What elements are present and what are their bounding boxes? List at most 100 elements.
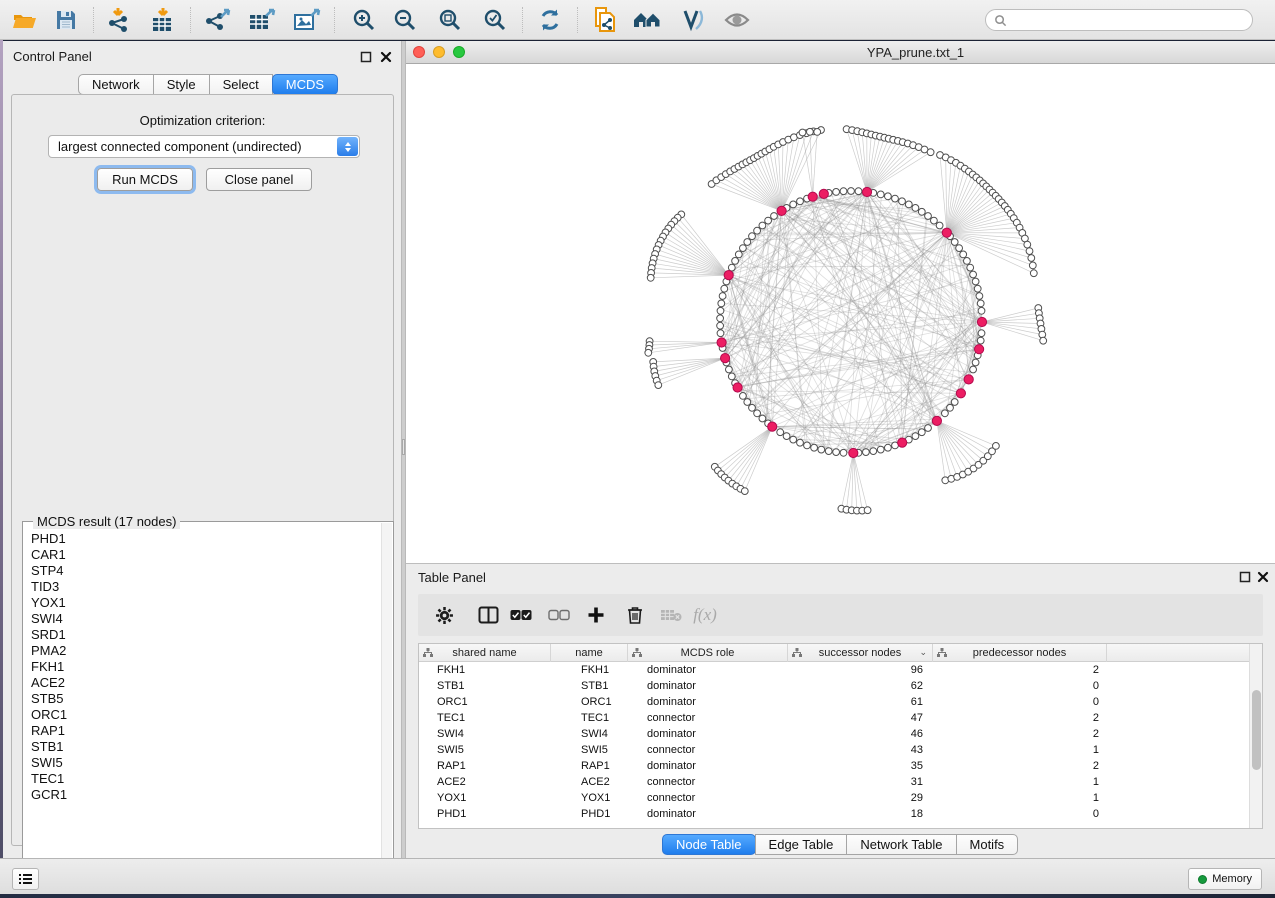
network-node[interactable] (840, 188, 847, 195)
close-panel-icon[interactable] (1257, 571, 1269, 583)
mcds-hub-node[interactable] (975, 345, 984, 354)
network-node[interactable] (870, 448, 877, 455)
network-node[interactable] (726, 366, 733, 373)
mcds-result-item[interactable]: TEC1 (31, 771, 379, 787)
clone-network-button[interactable] (588, 4, 622, 36)
network-node[interactable] (892, 195, 899, 202)
open-file-button[interactable] (8, 4, 42, 36)
column-header-MCDS-role[interactable]: MCDS role (628, 644, 788, 662)
column-header-shared-name[interactable]: shared name (419, 644, 551, 662)
network-node[interactable] (976, 293, 983, 300)
network-node[interactable] (931, 217, 938, 224)
table-row[interactable]: SWI5SWI5connector431 (419, 742, 1249, 758)
hide-vizmap-button[interactable] (676, 4, 710, 36)
network-node[interactable] (1024, 241, 1031, 248)
show-hide-button[interactable] (720, 4, 754, 36)
close-panel-button[interactable]: Close panel (206, 168, 312, 191)
table-row[interactable]: ORC1ORC1dominator610 (419, 694, 1249, 710)
mcds-result-item[interactable]: YOX1 (31, 595, 379, 611)
network-node[interactable] (964, 258, 971, 265)
network-node[interactable] (1029, 262, 1036, 269)
network-node[interactable] (877, 191, 884, 198)
zoom-in-button[interactable] (347, 4, 381, 36)
network-node[interactable] (790, 436, 797, 443)
mcds-result-item[interactable]: TID3 (31, 579, 379, 595)
delete-button[interactable] (620, 600, 650, 630)
memory-button[interactable]: Memory (1188, 868, 1262, 890)
network-node[interactable] (885, 193, 892, 200)
tab-network[interactable]: Network (78, 74, 154, 95)
table-row[interactable]: SWI4SWI4dominator462 (419, 726, 1249, 742)
network-node[interactable] (1030, 270, 1037, 277)
network-node[interactable] (744, 399, 751, 406)
optimization-criterion-select[interactable]: largest connected component (undirected) (48, 135, 360, 158)
network-node[interactable] (905, 201, 912, 208)
network-node[interactable] (754, 410, 761, 417)
zoom-out-button[interactable] (388, 4, 422, 36)
network-node[interactable] (956, 245, 963, 252)
network-node[interactable] (740, 393, 747, 400)
tab-network-table[interactable]: Network Table (846, 834, 956, 855)
network-node[interactable] (877, 446, 884, 453)
home-button[interactable] (631, 4, 665, 36)
network-node[interactable] (967, 264, 974, 271)
mcds-result-item[interactable]: SWI4 (31, 611, 379, 627)
network-node[interactable] (972, 359, 979, 366)
mcds-hub-node[interactable] (721, 354, 730, 363)
mcds-hub-node[interactable] (733, 383, 742, 392)
network-node[interactable] (717, 322, 724, 329)
network-node[interactable] (951, 239, 958, 246)
network-node[interactable] (863, 449, 870, 456)
network-node[interactable] (721, 285, 728, 292)
network-node[interactable] (799, 129, 806, 136)
network-node[interactable] (918, 429, 925, 436)
mcds-result-item[interactable]: STB1 (31, 739, 379, 755)
network-node[interactable] (740, 245, 747, 252)
network-node[interactable] (1028, 255, 1035, 262)
refresh-button[interactable] (533, 4, 567, 36)
network-node[interactable] (840, 449, 847, 456)
network-window-titlebar[interactable]: YPA_prune.txt_1 (406, 41, 1275, 64)
network-node[interactable] (783, 433, 790, 440)
network-node[interactable] (735, 251, 742, 258)
mcds-hub-node[interactable] (964, 375, 973, 384)
network-node[interactable] (918, 208, 925, 215)
network-node[interactable] (771, 213, 778, 220)
mcds-result-item[interactable]: SWI5 (31, 755, 379, 771)
network-node[interactable] (833, 189, 840, 196)
mcds-result-item[interactable]: FKH1 (31, 659, 379, 675)
table-row[interactable]: PHD1PHD1dominator180 (419, 806, 1249, 822)
mcds-result-item[interactable]: CAR1 (31, 547, 379, 563)
network-node[interactable] (855, 188, 862, 195)
network-node[interactable] (970, 366, 977, 373)
mcds-result-item[interactable]: SRD1 (31, 627, 379, 643)
network-node[interactable] (797, 198, 804, 205)
show-columns-button[interactable] (473, 600, 503, 630)
task-history-button[interactable] (12, 868, 39, 890)
network-node[interactable] (927, 149, 934, 156)
zoom-fit-button[interactable] (433, 4, 467, 36)
mcds-result-item[interactable]: STP4 (31, 563, 379, 579)
table-row[interactable]: YOX1YOX1connector291 (419, 790, 1249, 806)
network-node[interactable] (978, 307, 985, 314)
network-node[interactable] (749, 233, 756, 240)
mcds-hub-node[interactable] (932, 416, 941, 425)
network-node[interactable] (811, 444, 818, 451)
network-node[interactable] (759, 415, 766, 422)
tab-motifs[interactable]: Motifs (956, 834, 1019, 855)
network-node[interactable] (718, 300, 725, 307)
network-node[interactable] (960, 251, 967, 258)
mcds-hub-node[interactable] (862, 187, 871, 196)
network-node[interactable] (912, 205, 919, 212)
network-node[interactable] (749, 404, 756, 411)
network-node[interactable] (942, 410, 949, 417)
mcds-result-item[interactable]: PMA2 (31, 643, 379, 659)
network-node[interactable] (974, 285, 981, 292)
network-node[interactable] (833, 449, 840, 456)
delete-table-button[interactable] (656, 600, 686, 630)
network-node[interactable] (925, 213, 932, 220)
network-node[interactable] (825, 448, 832, 455)
mcds-result-item[interactable]: RAP1 (31, 723, 379, 739)
network-node[interactable] (977, 337, 984, 344)
tab-edge-table[interactable]: Edge Table (755, 834, 848, 855)
